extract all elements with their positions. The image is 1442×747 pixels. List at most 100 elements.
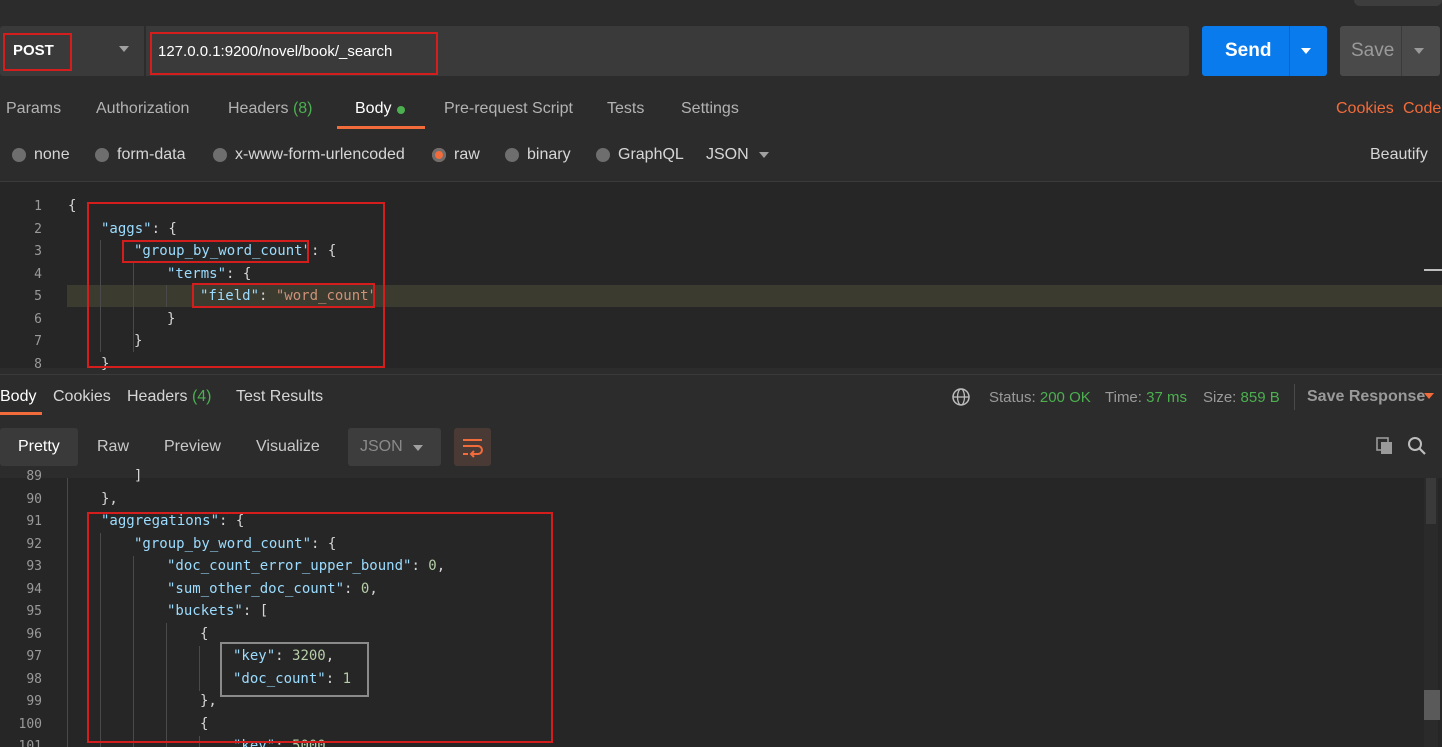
code-link[interactable]: Code [1403,100,1441,118]
response-tab-headers-label: Headers [127,388,188,405]
highlight-box-url [150,32,438,75]
view-pretty-label: Pretty [18,438,60,455]
globe-icon[interactable] [951,387,971,407]
tab-body-underline [337,126,425,129]
save-response-button[interactable]: Save Response [1307,388,1425,406]
body-modified-dot [397,106,405,114]
tab-pre-request-script[interactable]: Pre-request Script [444,100,573,118]
format-chevron-down-icon[interactable] [759,152,769,158]
save-options-chevron-icon[interactable] [1414,48,1424,54]
response-tab-headers-count: (4) [191,388,212,405]
save-divider [1401,26,1402,76]
radio-binary-label: binary [527,146,571,163]
response-scroll-track [1426,478,1436,524]
tab-headers-label: Headers [228,100,289,117]
line-number: 95 [26,604,42,619]
line-number: 6 [34,311,42,327]
tab-settings[interactable]: Settings [681,100,739,118]
tab-params[interactable]: Params [6,100,61,118]
line-number: 2 [34,221,42,237]
line-number: 90 [26,491,42,507]
response-scroll-thumb[interactable] [1424,690,1440,720]
highlight-box-bucket [220,642,369,697]
highlight-box-field [192,283,375,308]
line-number: 5 [34,289,42,304]
view-visualize-button[interactable]: Visualize [256,438,320,456]
tab-headers-count: (8) [292,100,313,117]
view-preview-button[interactable]: Preview [164,438,221,456]
time-label: Time: [1105,389,1142,406]
save-label: Save [1351,40,1395,61]
code-punct: ] [134,468,143,484]
chevron-down-icon[interactable] [119,46,129,52]
response-tab-underline [0,412,42,415]
radio-form-data[interactable] [95,148,109,162]
wrap-lines-icon [463,439,483,458]
time-value: 37 ms [1146,389,1187,406]
response-tab-body[interactable]: Body [0,388,36,406]
code-punct: }, [101,490,118,507]
radio-urlencoded[interactable] [213,148,227,162]
line-number: 92 [26,536,42,552]
cookies-link[interactable]: Cookies [1336,100,1394,118]
size-info: Size: 859 B [1203,389,1280,406]
line-number: 1 [34,199,42,214]
size-value: 859 B [1240,389,1280,406]
radio-graphql-label: GraphQL [618,146,684,163]
code-line: }, [101,491,118,507]
tab-body[interactable]: Body [355,100,391,118]
save-response-chevron-icon[interactable] [1424,393,1434,399]
radio-raw[interactable] [432,148,446,162]
line-number: 96 [26,626,42,642]
send-divider [1289,26,1290,76]
line-number: 8 [34,356,42,372]
send-options-chevron-icon[interactable] [1301,48,1311,54]
highlight-box-method [3,33,72,71]
line-number: 101 [18,739,42,747]
highlight-box-agg-name [122,240,309,263]
line-number: 93 [26,559,42,574]
radio-form-data-label: form-data [117,146,186,163]
response-tab-test-results[interactable]: Test Results [236,388,323,406]
radio-urlencoded-label: x-www-form-urlencoded [235,146,405,163]
tab-tests[interactable]: Tests [607,100,644,118]
send-label: Send [1225,40,1272,61]
line-number: 89 [26,469,42,484]
meta-divider [1294,384,1295,410]
beautify-link[interactable]: Beautify [1370,146,1428,164]
copy-icon[interactable] [1375,436,1395,456]
status-label: Status: [989,389,1036,406]
line-number: 91 [26,514,42,529]
line-number: 99 [26,694,42,709]
code-punct: { [68,198,77,214]
line-number: 4 [34,266,42,282]
line-number: 100 [18,716,42,732]
tab-headers[interactable]: Headers (8) [228,100,313,118]
tab-authorization[interactable]: Authorization [96,100,189,118]
radio-none[interactable] [12,148,26,162]
radio-graphql[interactable] [596,148,610,162]
line-number: 7 [34,334,42,349]
indent-guide [67,478,68,747]
time-info: Time: 37 ms [1105,389,1187,406]
status-info: Status: 200 OK [989,389,1091,406]
response-format-chevron-icon[interactable] [413,445,423,451]
response-tab-headers[interactable]: Headers (4) [127,388,212,406]
view-raw-button[interactable]: Raw [97,438,129,456]
response-tab-cookies[interactable]: Cookies [53,388,111,406]
line-number: 3 [34,244,42,259]
radio-none-label: none [34,146,70,163]
code-line: ] [134,468,142,484]
status-value: 200 OK [1039,389,1091,406]
line-number: 98 [26,671,42,687]
radio-raw-label: raw [454,146,480,163]
response-format-label: JSON [360,438,403,455]
size-label: Size: [1203,389,1237,406]
code-line: { [68,198,76,214]
editor-scroll-marker [1424,269,1442,271]
line-number: 97 [26,649,42,664]
window-strip [1354,0,1442,6]
search-icon[interactable] [1407,436,1427,456]
body-format-select[interactable]: JSON [706,146,749,164]
radio-binary[interactable] [505,148,519,162]
